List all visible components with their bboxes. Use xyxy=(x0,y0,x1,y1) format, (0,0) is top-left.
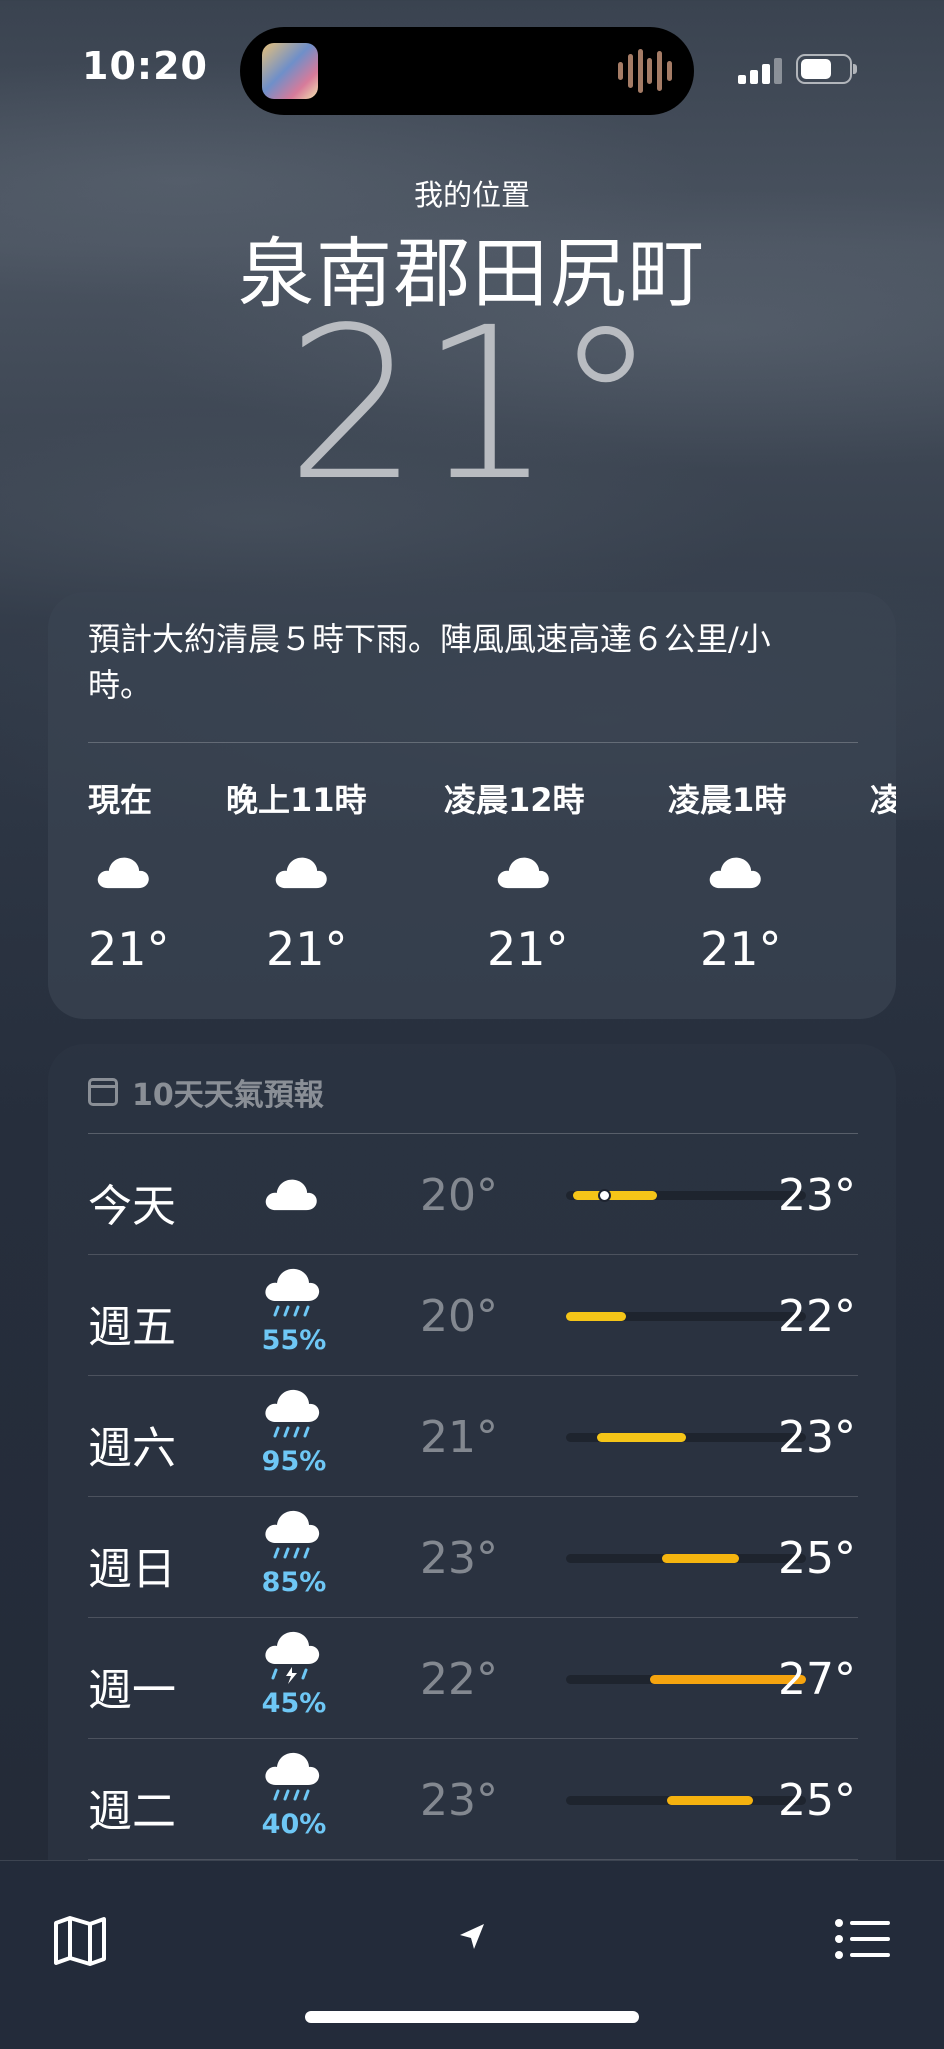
hourly-time-label: 現在 xyxy=(88,781,153,819)
current-temperature-dot xyxy=(598,1189,612,1202)
hourly-time-label: 晚上11時 xyxy=(226,781,367,819)
forecast-row[interactable]: 週五 55% 20° 22° xyxy=(88,1255,858,1376)
calendar-icon xyxy=(88,1078,118,1106)
cloud-icon xyxy=(272,852,330,890)
hourly-time-label: 凌晨1時 xyxy=(668,781,787,819)
high-temperature: 25° xyxy=(778,1775,856,1826)
forecast-day: 今天 xyxy=(88,1181,176,1232)
precipitation-chance: 55% xyxy=(261,1325,327,1356)
low-temperature: 22° xyxy=(420,1654,498,1705)
forecast-row[interactable]: 週六 95% 21° 23° xyxy=(88,1376,858,1497)
forecast-row[interactable]: 週日 85% 23° 25° xyxy=(88,1497,858,1618)
cellular-signal-icon xyxy=(738,56,784,84)
temperature-range-fill xyxy=(662,1554,739,1563)
forecast-row[interactable]: 週一 45% 22° 27° xyxy=(88,1618,858,1739)
high-temperature: 23° xyxy=(778,1412,856,1463)
hourly-temperature: 21° xyxy=(266,922,348,976)
low-temperature: 20° xyxy=(420,1170,498,1221)
forecast-row[interactable]: 週二 40% 23° 25° xyxy=(88,1739,858,1860)
high-temperature: 27° xyxy=(778,1654,856,1705)
hourly-temperature: 21° xyxy=(88,922,170,976)
cloud-rain-icon xyxy=(262,1267,322,1327)
low-temperature: 23° xyxy=(420,1533,498,1584)
divider xyxy=(88,742,858,743)
cloud-bolt-rain-icon xyxy=(262,1630,322,1690)
cloud-icon xyxy=(706,852,764,890)
album-art-icon xyxy=(262,43,318,99)
temperature-range-fill xyxy=(666,1796,754,1805)
precipitation-chance: 95% xyxy=(261,1446,327,1477)
forecast-day: 週五 xyxy=(88,1302,176,1353)
temperature-range-fill xyxy=(573,1191,658,1200)
hourly-time-label: 凌 xyxy=(870,781,896,819)
temperature-range-fill xyxy=(597,1433,686,1442)
audio-waveform-icon xyxy=(618,49,672,93)
precipitation-chance: 85% xyxy=(261,1567,327,1598)
forecast-day: 週日 xyxy=(88,1544,176,1595)
cloud-icon xyxy=(494,852,552,890)
precipitation-chance: 45% xyxy=(261,1688,327,1719)
forecast-day: 週一 xyxy=(88,1665,176,1716)
high-temperature: 25° xyxy=(778,1533,856,1584)
cloud-rain-icon xyxy=(262,1751,322,1811)
current-temperature: 21° xyxy=(285,282,659,527)
hourly-temperature: 21° xyxy=(487,922,569,976)
location-label: 我的位置 xyxy=(413,178,530,212)
list-icon[interactable] xyxy=(834,1917,892,1965)
low-temperature: 21° xyxy=(420,1412,498,1463)
low-temperature: 20° xyxy=(420,1291,498,1342)
location-arrow-icon[interactable] xyxy=(456,1921,488,1957)
temperature-range-bar xyxy=(566,1312,806,1321)
forecast-title: 10天天氣預報 xyxy=(132,1078,324,1113)
hourly-temperature: 21° xyxy=(700,922,782,976)
forecast-day: 週二 xyxy=(88,1786,176,1837)
temperature-range-bar xyxy=(566,1554,806,1563)
temperature-range-fill xyxy=(566,1312,626,1321)
status-time: 10:20 xyxy=(82,44,208,88)
high-temperature: 22° xyxy=(778,1291,856,1342)
weather-summary: 預計大約清晨５時下雨。陣風風速高達６公里/小時。 xyxy=(88,620,771,704)
cloud-icon xyxy=(262,1174,322,1216)
temperature-range-bar xyxy=(566,1796,806,1805)
forecast-row[interactable]: 今天 20° 23° xyxy=(88,1134,858,1255)
low-temperature: 23° xyxy=(420,1775,498,1826)
temperature-range-bar xyxy=(566,1433,806,1442)
temperature-range-bar xyxy=(566,1189,806,1202)
cloud-rain-icon xyxy=(262,1388,322,1448)
precipitation-chance: 40% xyxy=(261,1809,327,1840)
dynamic-island[interactable] xyxy=(240,27,694,115)
forecast-day: 週六 xyxy=(88,1423,176,1474)
cloud-icon xyxy=(94,852,152,890)
forecast-header: 10天天氣預報 xyxy=(88,1070,324,1114)
home-indicator[interactable] xyxy=(305,2011,639,2023)
hourly-time-label: 凌晨12時 xyxy=(444,781,585,819)
cloud-rain-icon xyxy=(262,1509,322,1569)
battery-icon xyxy=(796,54,857,84)
high-temperature: 23° xyxy=(778,1170,856,1221)
temperature-range-bar xyxy=(566,1675,806,1684)
map-icon[interactable] xyxy=(52,1915,108,1971)
